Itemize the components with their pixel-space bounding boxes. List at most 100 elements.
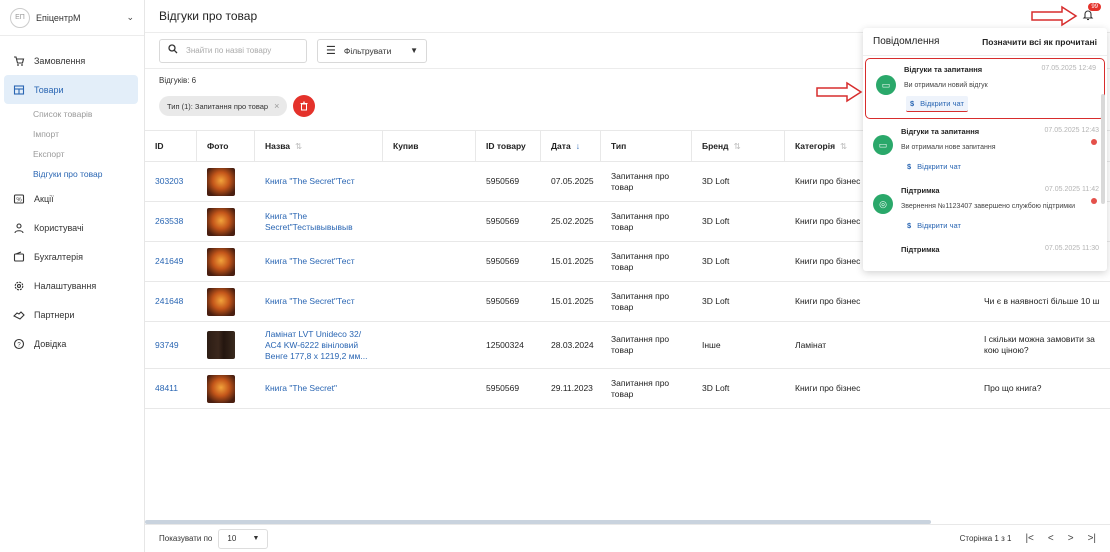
category-cell: Книги про бізнес (795, 296, 861, 306)
caret-down-icon: ▼ (410, 46, 418, 55)
sidebar-item-promotions[interactable]: % Акції (0, 184, 144, 213)
sidebar-subitem-export[interactable]: Експорт (0, 144, 144, 164)
search-input[interactable]: Знайти по назві товару (159, 38, 307, 63)
product-thumbnail (197, 207, 255, 236)
search-placeholder: Знайти по назві товару (186, 46, 272, 55)
notifications-scrollbar[interactable] (1101, 94, 1105, 204)
open-chat-button[interactable]: $ Відкрити чат (903, 217, 965, 233)
sidebar-item-help[interactable]: ? Довідка (0, 329, 144, 358)
page-size-select[interactable]: 10 ▼ (218, 528, 269, 549)
col-photo: Фото (197, 131, 255, 161)
notification-item[interactable]: Підтримка 07.05.2025 11:30 (863, 239, 1107, 260)
sidebar-item-accounting[interactable]: Бухгалтерія (0, 242, 144, 271)
notification-title: Відгуки та запитання (904, 65, 983, 74)
product-image[interactable] (207, 247, 235, 276)
col-type: Тип (601, 131, 692, 161)
product-name-link[interactable]: Книга "The Secret" (255, 383, 383, 394)
date-cell: 29.11.2023 (551, 383, 593, 393)
close-icon[interactable]: × (274, 101, 279, 111)
product-name-link[interactable]: Ламінат LVT Unideco 32/АС4 KW-6222 вініл… (255, 329, 383, 362)
product-thumbnail (197, 247, 255, 276)
trash-icon (300, 101, 308, 111)
product-id-cell: 5950569 (486, 216, 520, 226)
last-page-icon[interactable]: >| (1088, 533, 1096, 544)
support-chat-icon: ◎ (873, 194, 893, 214)
review-id-link[interactable]: 303203 (145, 176, 197, 187)
table-footer: Показувати по 10 ▼ Сторінка 1 з 1 |< < >… (145, 524, 1110, 552)
product-name-link[interactable]: Книга "The Secret"Тестывывывыв (255, 211, 383, 233)
date-cell: 28.03.2024 (551, 339, 594, 350)
table-row[interactable]: 241648 Книга "The Secret"Тест 5950569 15.01… (145, 282, 1110, 322)
next-page-icon[interactable]: > (1068, 533, 1074, 544)
product-name-link[interactable]: Книга "The Secret"Тест (255, 256, 383, 267)
notification-time: 07.05.2025 12:43 (1044, 127, 1100, 134)
sort-icon[interactable]: ⇅ (734, 141, 741, 152)
notification-item[interactable]: ▭ Відгуки та запитання 07.05.2025 12:43 В… (863, 121, 1107, 180)
review-id-link[interactable]: 263538 (145, 216, 197, 227)
product-image[interactable] (207, 167, 235, 196)
sidebar-subitem-reviews[interactable]: Відгуки про товар (0, 164, 144, 184)
sidebar-item-partners[interactable]: Партнери (0, 300, 144, 329)
review-id-link[interactable]: 93749 (145, 340, 197, 351)
sidebar-item-users[interactable]: Користувачі (0, 213, 144, 242)
sidebar-item-settings[interactable]: Налаштування (0, 271, 144, 300)
review-id-link[interactable]: 48411 (145, 383, 197, 394)
col-name[interactable]: Назва ⇅ (255, 131, 383, 161)
notification-title: Відгуки та запитання (901, 127, 980, 136)
unread-dot (1091, 198, 1097, 204)
table-row[interactable]: 93749 Ламінат LVT Unideco 32/АС4 KW-6222 … (145, 322, 1110, 369)
notification-time: 07.05.2025 11:30 (1045, 245, 1099, 252)
product-image[interactable] (207, 374, 235, 403)
notification-title: Підтримка (901, 186, 940, 195)
product-id-cell: 5950569 (486, 176, 520, 186)
chat-icon: ▭ (876, 75, 896, 95)
sidebar-item-label: Замовлення (34, 55, 86, 66)
sidebar-item-orders[interactable]: Замовлення (0, 46, 144, 75)
sidebar-subitem-product-list[interactable]: Список товарів (0, 104, 144, 124)
sidebar-subitem-import[interactable]: Імпорт (0, 124, 144, 144)
store-switcher[interactable]: ЕП ЕпіцентрМ ⌄ (0, 0, 144, 36)
col-date[interactable]: Дата ↓ (541, 131, 601, 161)
sort-icon[interactable]: ⇅ (840, 141, 847, 152)
col-brand[interactable]: Бренд ⇅ (692, 131, 785, 161)
review-id-link[interactable]: 241648 (145, 296, 197, 307)
table-row[interactable]: 48411 Книга "The Secret" 5950569 29.11.2023… (145, 369, 1110, 409)
mark-all-read-button[interactable]: Позначити всі як прочитані (982, 37, 1097, 47)
filter-dropdown[interactable]: ☰ Фільтрувати ▼ (317, 38, 427, 63)
help-icon: ? (12, 337, 26, 351)
review-text-cell: Чи є в наявності більше 10 ш (984, 296, 1100, 306)
store-name: ЕпіцентрМ (36, 12, 81, 23)
sort-icon[interactable]: ⇅ (295, 141, 302, 152)
sidebar-item-label: Товари (34, 84, 64, 95)
notification-item[interactable]: ◎ Підтримка 07.05.2025 11:42 Звернення №1… (863, 180, 1107, 239)
review-id-link[interactable]: 241649 (145, 256, 197, 267)
users-icon (12, 221, 26, 235)
sidebar-item-label: Довідка (34, 338, 67, 349)
product-image[interactable] (207, 331, 235, 359)
open-chat-button[interactable]: $ Відкрити чат (906, 96, 968, 112)
notification-item[interactable]: ▭ Відгуки та запитання 07.05.2025 12:49 В… (865, 58, 1105, 119)
col-id[interactable]: ID (145, 131, 197, 161)
notification-time: 07.05.2025 11:42 (1045, 186, 1099, 193)
bell-icon[interactable] (1082, 9, 1096, 23)
product-name-link[interactable]: Книга "The Secret"Тест (255, 296, 383, 307)
page-size-value: 10 (227, 534, 237, 543)
product-thumbnail (197, 374, 255, 403)
page-indicator: Сторінка 1 з 1 (959, 534, 1012, 543)
arrow-down-icon[interactable]: ↓ (576, 141, 580, 151)
sidebar-item-products[interactable]: Товари (4, 75, 138, 104)
open-chat-button[interactable]: $ Відкрити чат (903, 158, 965, 174)
filter-chip[interactable]: Тип (1): Запитання про товар × (159, 96, 288, 116)
product-image[interactable] (207, 207, 235, 236)
product-name-link[interactable]: Книга "The Secret"Тест (255, 176, 383, 187)
type-cell: Запитання про товар (611, 290, 670, 312)
prev-page-icon[interactable]: < (1048, 533, 1054, 544)
clear-filters-button[interactable] (293, 95, 316, 117)
sidebar-item-label: Партнери (34, 309, 75, 320)
product-image[interactable] (207, 287, 235, 316)
notifications-header: Повідомлення Позначити всі як прочитані (863, 28, 1107, 56)
type-cell: Запитання про товар (611, 170, 670, 192)
review-text-cell: І скільки можна замовити за кою ціною? (984, 334, 1095, 355)
first-page-icon[interactable]: |< (1025, 533, 1033, 544)
filter-label: Фільтрувати (343, 45, 392, 56)
